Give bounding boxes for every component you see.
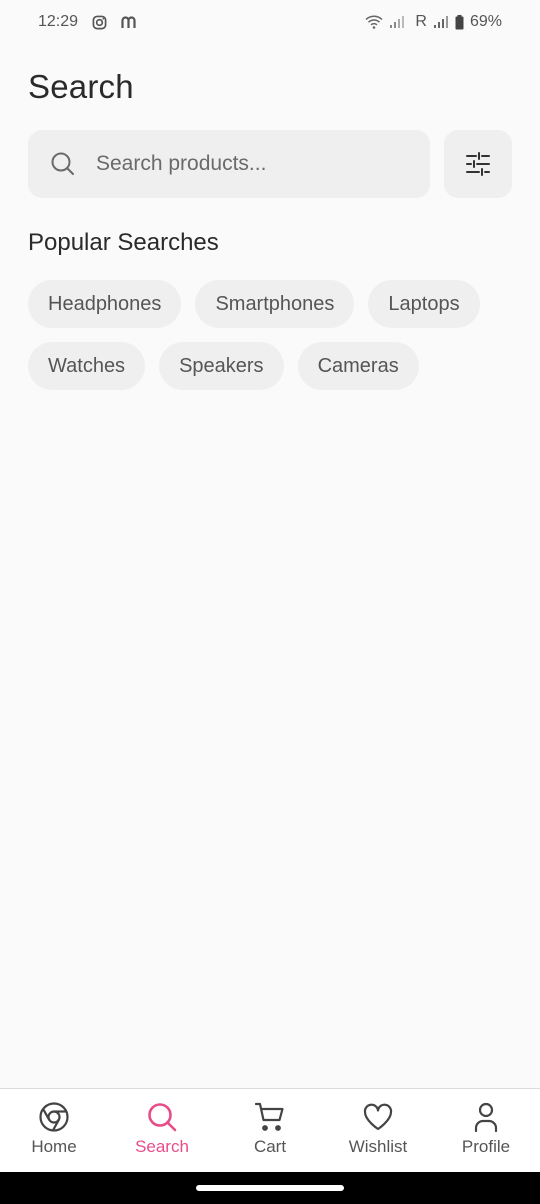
signal-icon-2 <box>433 15 449 29</box>
popular-searches-chips: Headphones Smartphones Laptops Watches S… <box>28 280 518 390</box>
status-bar: 12:29 R 69% <box>0 0 540 44</box>
chip-headphones[interactable]: Headphones <box>28 280 182 328</box>
battery-icon <box>455 14 464 30</box>
search-input[interactable] <box>96 152 386 176</box>
sliders-icon <box>465 151 491 177</box>
heart-icon <box>362 1101 394 1133</box>
home-gesture-handle[interactable] <box>196 1185 344 1191</box>
popular-searches-title: Popular Searches <box>28 229 219 256</box>
nav-item-wishlist[interactable]: Wishlist <box>324 1089 432 1172</box>
search-icon <box>146 1101 178 1133</box>
search-bar[interactable] <box>28 130 430 198</box>
chip-watches[interactable]: Watches <box>28 342 146 390</box>
nav-item-search[interactable]: Search <box>108 1089 216 1172</box>
chip-speakers[interactable]: Speakers <box>159 342 284 390</box>
wifi-icon <box>365 15 383 29</box>
search-screen: 12:29 R 69% Search Search products... Po… <box>0 0 540 1204</box>
search-icon <box>50 151 76 177</box>
page-title: Search <box>28 68 134 105</box>
nav-label-search: Search <box>135 1137 189 1156</box>
nav-label-cart: Cart <box>253 1137 287 1156</box>
chip-cameras[interactable]: Cameras <box>297 342 419 390</box>
nav-item-home[interactable]: Home <box>0 1089 108 1172</box>
bottom-nav: Home Search Cart Wishlist Profile <box>0 1088 540 1172</box>
chip-smartphones[interactable]: Smartphones <box>195 280 355 328</box>
person-icon <box>470 1101 502 1133</box>
signal-icon <box>389 15 405 29</box>
battery-percent: 69% <box>469 13 502 30</box>
m-icon <box>121 15 137 29</box>
nav-item-cart[interactable]: Cart <box>216 1089 324 1172</box>
nav-label-wishlist: Wishlist <box>348 1137 408 1156</box>
nav-label-home: Home <box>31 1137 77 1156</box>
cart-icon <box>254 1101 286 1133</box>
status-time: 12:29 <box>38 13 79 30</box>
home-icon <box>38 1101 70 1133</box>
roaming-indicator: R <box>415 13 427 30</box>
system-gesture-bar <box>0 1172 540 1204</box>
nav-label-profile: Profile <box>461 1137 511 1156</box>
nav-item-profile[interactable]: Profile <box>432 1089 540 1172</box>
instagram-icon <box>92 15 107 30</box>
chip-laptops[interactable]: Laptops <box>368 280 480 328</box>
filter-button[interactable] <box>444 130 512 198</box>
